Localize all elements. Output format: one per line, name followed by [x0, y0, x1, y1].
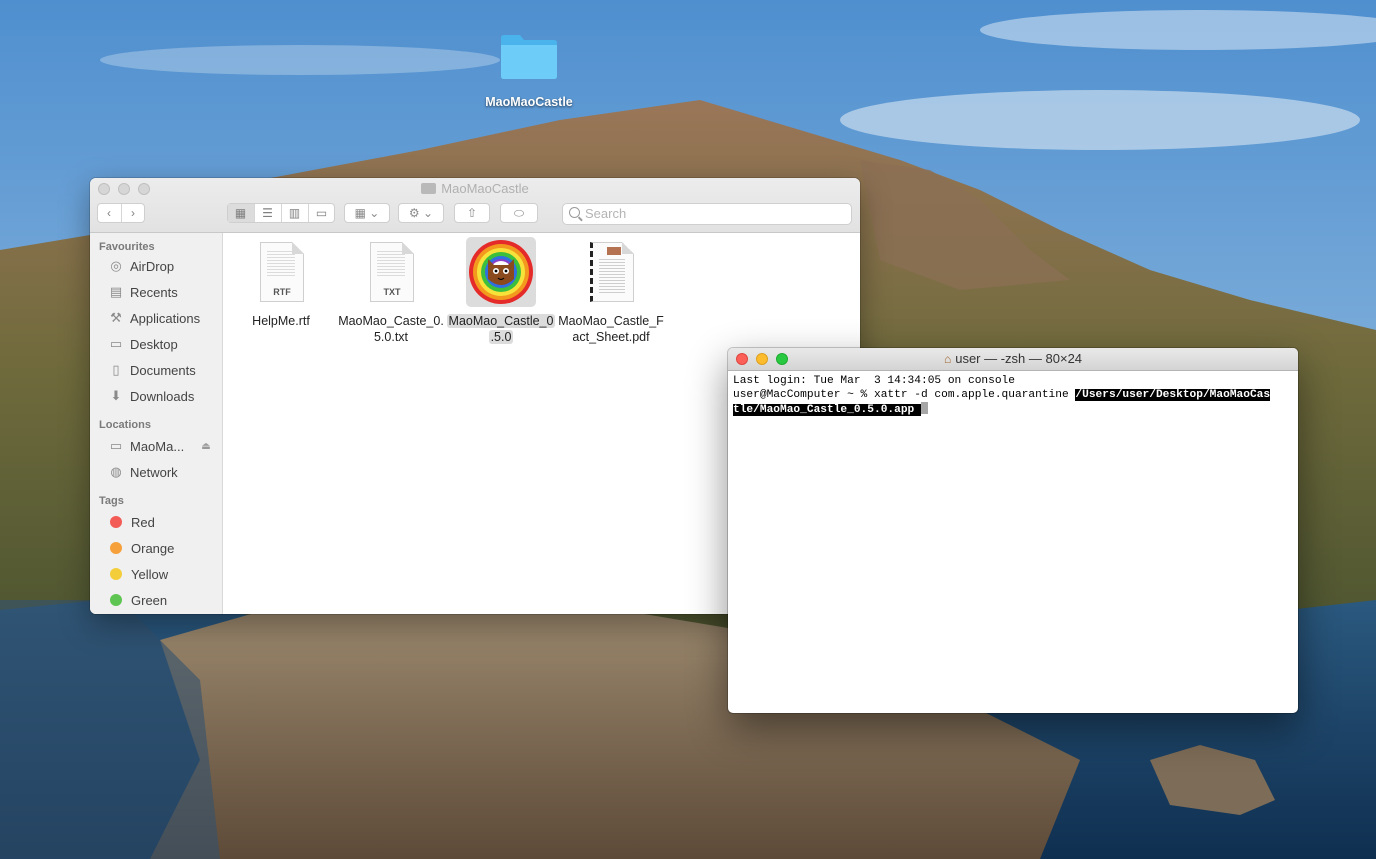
downloads-icon: ⬇: [110, 388, 122, 403]
terminal-prompt: user@MacComputer ~ % xattr -d com.apple.…: [733, 389, 1076, 401]
eject-icon[interactable]: ⏏: [201, 441, 210, 452]
sidebar-tag-red[interactable]: Red: [90, 509, 222, 535]
rtf-document-icon: RTF: [246, 237, 316, 307]
sidebar-heading-tags: Tags: [99, 495, 124, 507]
sidebar-tag-green[interactable]: Green: [90, 587, 222, 613]
sidebar-item-label: Desktop: [130, 336, 178, 352]
sidebar-item-label: Applications: [130, 310, 201, 326]
terminal-window: ⌂ user — -zsh — 80×24 Last login: Tue Mar…: [728, 348, 1298, 713]
sidebar-item-label: MaoMa...: [130, 438, 185, 454]
sidebar-item-label: Red: [131, 514, 155, 530]
network-icon: ◍: [110, 464, 122, 479]
column-view-icon[interactable]: ▥: [282, 204, 309, 222]
sidebar-item-label: Documents: [130, 362, 196, 378]
applications-icon: ⚒: [110, 310, 122, 325]
tag-color-dot: [110, 594, 122, 606]
sidebar-item-desktop[interactable]: ▭ Desktop: [90, 331, 222, 357]
terminal-output[interactable]: Last login: Tue Mar 3 14:34:05 on consol…: [728, 371, 1298, 420]
search-icon: [569, 207, 580, 218]
file-name: MaoMao_Castle_F act_Sheet.pdf: [558, 314, 664, 344]
file-maomao-app[interactable]: MaoMao_Castle_0.5.0: [446, 237, 556, 345]
file-name: MaoMao_Caste_0. 5.0.txt: [338, 314, 444, 344]
desktop-icon: ▭: [109, 336, 123, 351]
terminal-selected-path-cont: tle/MaoMao_Castle_0.5.0.app: [733, 404, 921, 416]
terminal-last-login: Last login: Tue Mar 3 14:34:05 on consol…: [733, 375, 1015, 387]
desktop-folder-label: MaoMaoCastle: [485, 95, 573, 109]
tag-color-dot: [110, 516, 122, 528]
sidebar-item-label: Recents: [130, 284, 178, 300]
tag-button[interactable]: ⬭: [500, 203, 538, 223]
sidebar-item-recents[interactable]: ▤ Recents: [90, 279, 222, 305]
file-name: MaoMao_Castle_0.5.0: [446, 314, 556, 344]
finder-toolbar: MaoMaoCastle ‹ › ▦ ☰ ▥ ▭ ▦ ⌄ ⚙ ⌄ ⇧ ⬭ Sea…: [90, 178, 860, 233]
back-button[interactable]: ‹: [98, 204, 122, 222]
sidebar-item-maomao-disk[interactable]: ▭ MaoMa... ⏏: [90, 433, 222, 459]
folder-icon: [498, 30, 560, 82]
sidebar-item-airdrop[interactable]: ◎ AirDrop: [90, 253, 222, 279]
terminal-title: ⌂ user — -zsh — 80×24: [728, 351, 1298, 366]
view-mode-control: ▦ ☰ ▥ ▭: [227, 203, 335, 223]
pdf-document-icon: [576, 237, 646, 307]
tag-color-dot: [110, 568, 122, 580]
sidebar-item-label: Downloads: [130, 388, 195, 404]
share-button[interactable]: ⇧: [454, 203, 490, 223]
terminal-titlebar: ⌂ user — -zsh — 80×24: [728, 348, 1298, 371]
disk-icon: ▭: [109, 438, 123, 453]
sidebar-item-downloads[interactable]: ⬇ Downloads: [90, 383, 222, 409]
group-by-button[interactable]: ▦ ⌄: [344, 203, 390, 223]
sidebar-item-label: Network: [130, 464, 178, 480]
sidebar-heading-locations: Locations: [99, 419, 151, 431]
terminal-selected-path: /Users/user/Desktop/MaoMaoCas: [1075, 389, 1271, 401]
forward-button[interactable]: ›: [122, 204, 145, 222]
sidebar-tag-yellow[interactable]: Yellow: [90, 561, 222, 587]
back-forward-control: ‹ ›: [97, 203, 145, 223]
search-placeholder: Search: [585, 206, 627, 221]
file-helpme-rtf[interactable]: RTF HelpMe.rtf: [226, 237, 336, 329]
sidebar-item-network[interactable]: ◍ Network: [90, 459, 222, 485]
search-input[interactable]: Search: [562, 203, 852, 225]
sidebar-item-label: Yellow: [131, 566, 169, 582]
terminal-cursor: [920, 402, 928, 414]
gallery-view-icon[interactable]: ▭: [309, 204, 335, 222]
finder-sidebar: Favourites ◎ AirDrop ▤ Recents ⚒ Applica…: [90, 233, 223, 614]
documents-icon: ▯: [112, 362, 120, 377]
file-fact-sheet-pdf[interactable]: MaoMao_Castle_F act_Sheet.pdf: [556, 237, 666, 345]
recents-icon: ▤: [109, 284, 123, 299]
sidebar-tag-orange[interactable]: Orange: [90, 535, 222, 561]
terminal-title-text: user — -zsh — 80×24: [955, 351, 1083, 366]
app-icon: [466, 237, 536, 307]
desktop-folder-maomaocastle[interactable]: MaoMaoCastle: [478, 30, 580, 109]
action-gear-button[interactable]: ⚙ ⌄: [398, 203, 444, 223]
txt-document-icon: TXT: [356, 237, 426, 307]
finder-title: MaoMaoCastle: [90, 181, 860, 196]
sidebar-item-documents[interactable]: ▯ Documents: [90, 357, 222, 383]
finder-title-text: MaoMaoCastle: [441, 181, 529, 196]
tag-color-dot: [110, 542, 122, 554]
rainbow-cat-icon: [469, 240, 533, 304]
sidebar-item-applications[interactable]: ⚒ Applications: [90, 305, 222, 331]
icon-view-button[interactable]: ▦: [227, 204, 255, 222]
airdrop-icon: ◎: [110, 258, 122, 273]
sidebar-item-label: Green: [131, 592, 168, 608]
sidebar-heading-favourites: Favourites: [99, 241, 155, 253]
folder-icon: [421, 183, 437, 194]
file-maomao-txt[interactable]: TXT MaoMao_Caste_0. 5.0.txt: [336, 237, 446, 345]
list-view-icon[interactable]: ☰: [255, 204, 282, 222]
file-name: HelpMe.rtf: [252, 314, 310, 328]
sidebar-item-label: Orange: [131, 540, 175, 556]
sidebar-item-label: AirDrop: [130, 258, 175, 274]
home-icon: ⌂: [943, 352, 952, 366]
